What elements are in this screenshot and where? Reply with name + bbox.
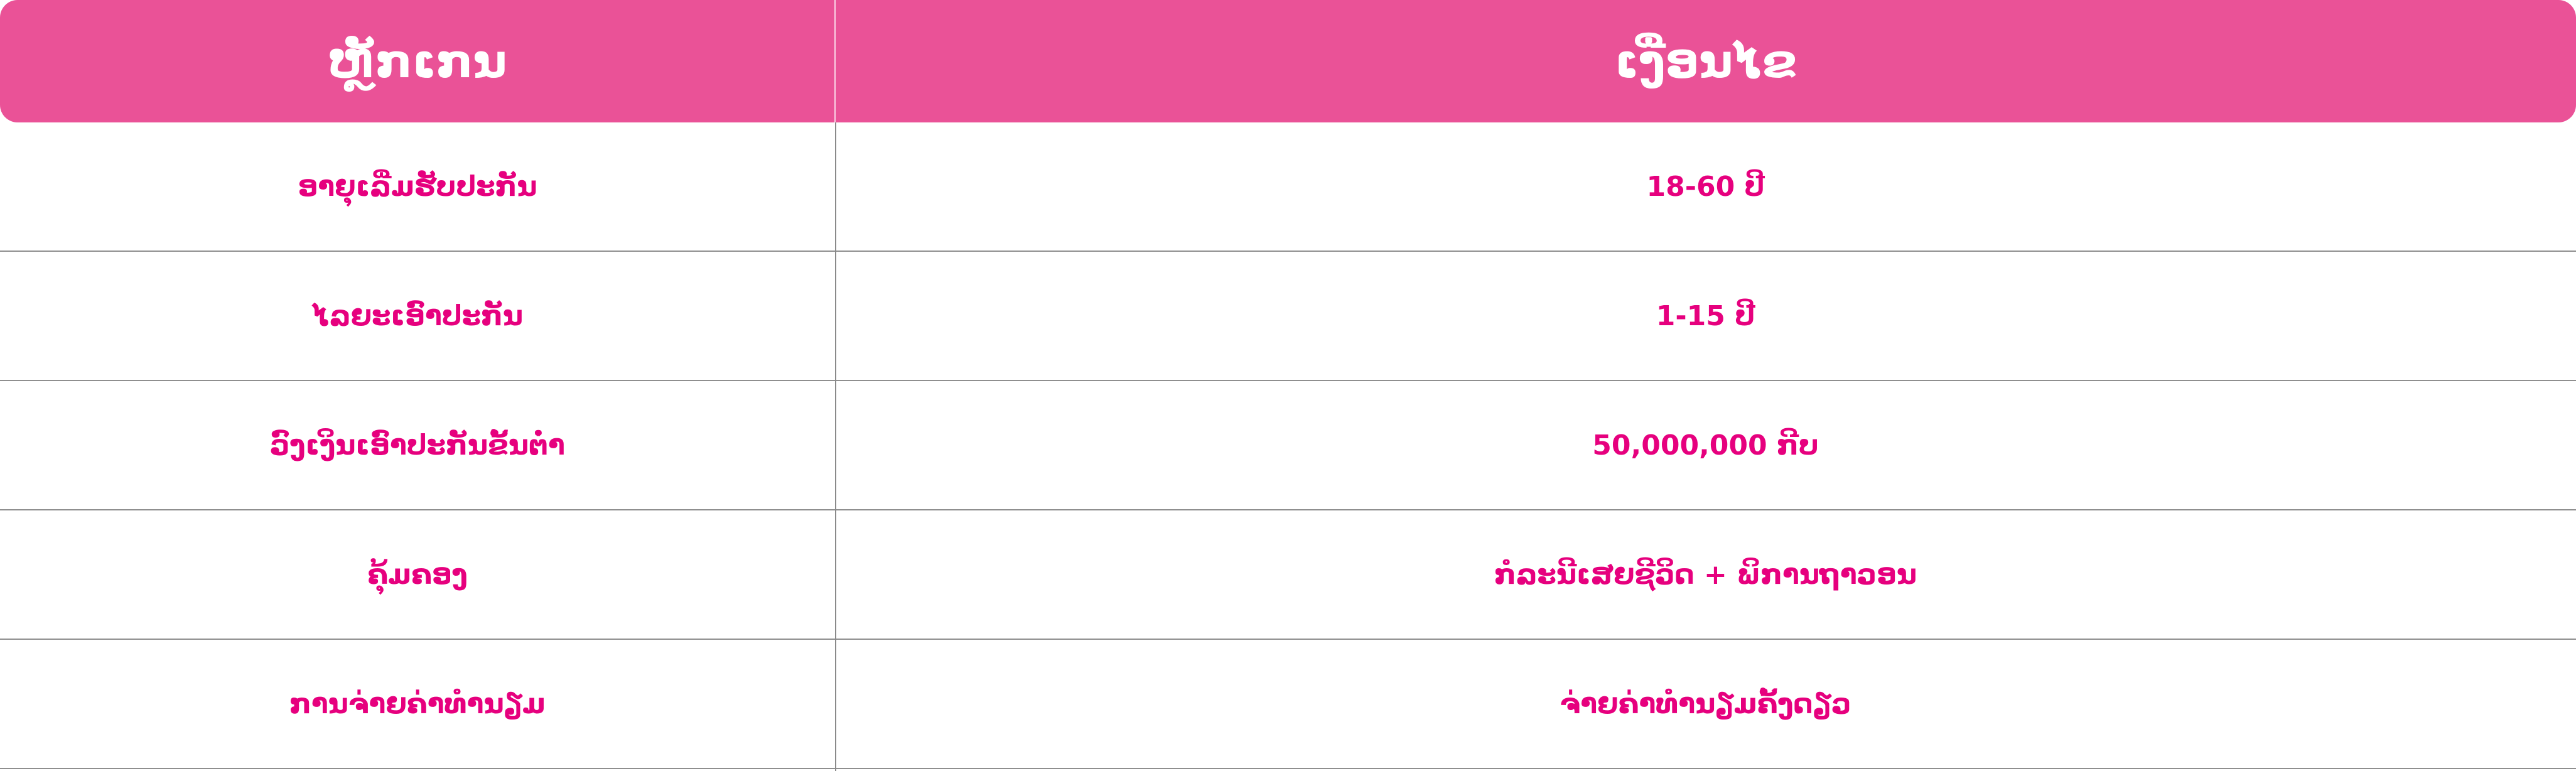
row-criterion: ວົງເງິນເອົາປະກັນຂັ້ນຕໍ່າ [270, 429, 565, 461]
table-row: ຄຸ້ມຄອງ ກໍລະນີເສຍຊີວິດ + ພິການຖາວອນ [0, 510, 2576, 640]
column-divider [835, 122, 836, 771]
table-row: ການຈ່າຍຄ່າທຳນຽມ ຈ່າຍຄ່າທຳນຽມຄັ້ງດຽວ [0, 640, 2576, 769]
table-body: ອາຍຸເລີ່ມຮັບປະກັນ 18-60 ປີ ໄລຍະເອົາປະກັນ… [0, 122, 2576, 771]
row-criterion: ໄລຍະເອົາປະກັນ [312, 299, 523, 332]
table-row: ອາຍຸເລີ່ມຮັບປະກັນ 18-60 ປີ [0, 122, 2576, 252]
row-condition: ກໍລະນີເສຍຊີວິດ + ພິການຖາວອນ [1494, 558, 1917, 591]
conditions-table: ຫຼັກເກນ ເງື່ອນໄຂ ອາຍຸເລີ່ມຮັບປະກັນ 18-60… [0, 0, 2576, 771]
row-criterion: ການຈ່າຍຄ່າທຳນຽມ [289, 687, 546, 720]
row-condition: 1-15 ປີ [1656, 299, 1755, 332]
header-conditions: ເງື່ອນໄຂ [834, 0, 2576, 122]
header-criteria: ຫຼັກເກນ [327, 34, 507, 89]
row-criterion: ຄຸ້ມຄອງ [367, 558, 468, 591]
table-row: ໄລຍະເອົາປະກັນ 1-15 ປີ [0, 252, 2576, 381]
row-condition: ຈ່າຍຄ່າທຳນຽມຄັ້ງດຽວ [1560, 687, 1851, 720]
row-condition: 18-60 ປີ [1646, 170, 1765, 203]
table-row: ວົງເງິນເອົາປະກັນຂັ້ນຕໍ່າ 50,000,000 ກີບ [0, 381, 2576, 510]
row-criterion: ອາຍຸເລີ່ມຮັບປະກັນ [298, 170, 537, 203]
table-header: ຫຼັກເກນ ເງື່ອນໄຂ [0, 0, 2576, 122]
row-divider [0, 768, 2576, 769]
row-condition: 50,000,000 ກີບ [1592, 429, 1819, 461]
